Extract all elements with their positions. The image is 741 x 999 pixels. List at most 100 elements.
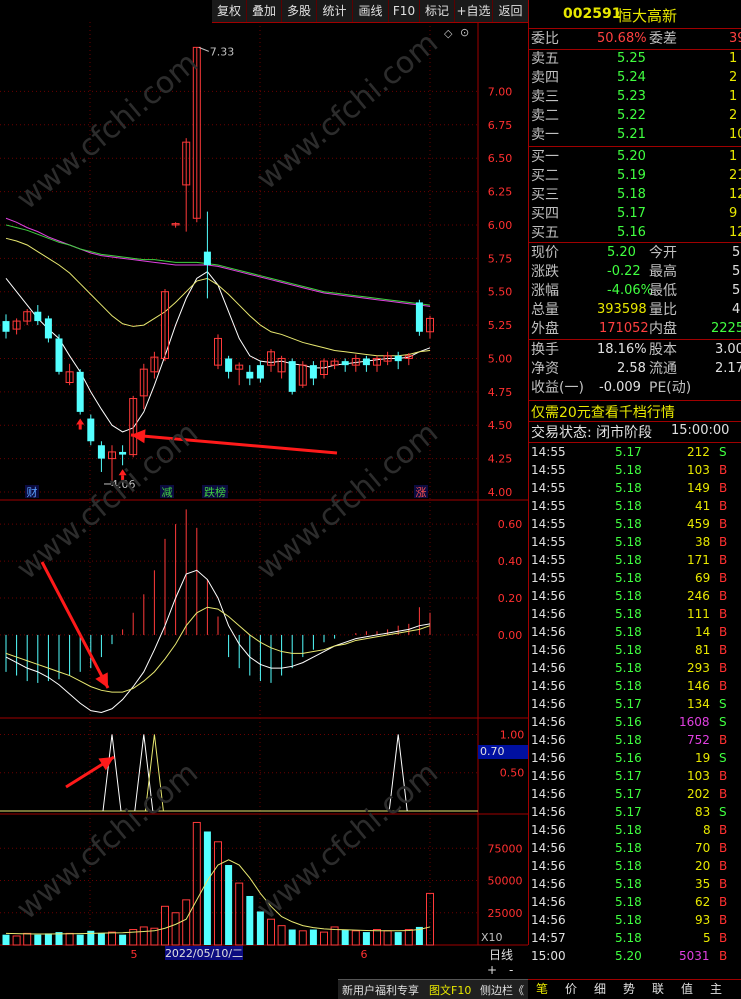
- tick-volume: 19: [695, 751, 711, 765]
- volume-bar: [288, 929, 296, 945]
- stat-label: 现价: [531, 245, 559, 261]
- promo-link[interactable]: 仅需20元查看千档行情: [531, 402, 675, 422]
- price-axis-label: 4.25: [488, 453, 513, 466]
- status-f10[interactable]: 图文F10: [429, 982, 471, 998]
- price-axis-label: 5.00: [488, 352, 513, 365]
- tick-price: 5.18: [615, 517, 642, 531]
- tick-row: 14:56 5.16 19 S: [529, 749, 741, 767]
- ask-price: 5.22: [617, 108, 646, 123]
- tick-time: 14:56: [531, 787, 566, 801]
- tick-side: B: [719, 499, 728, 513]
- ind-axis-label: 1.00: [500, 728, 525, 741]
- stat-label: 股本: [649, 342, 677, 358]
- tick-price: 5.18: [615, 859, 642, 873]
- price-axis-label: 5.50: [488, 286, 513, 299]
- tick-row: 14:56 5.17 202 B: [529, 785, 741, 803]
- tick-price: 5.17: [615, 697, 642, 711]
- tick-price: 5.18: [615, 661, 642, 675]
- ma-line: [5, 224, 431, 306]
- candle-body: [34, 311, 42, 322]
- toolbar-back-button[interactable]: 返回: [493, 0, 528, 22]
- stat-value: 2225: [711, 321, 741, 336]
- ask-volume: 10: [729, 127, 741, 142]
- toolbar-stats-button[interactable]: 统计: [317, 0, 353, 22]
- tab-shi[interactable]: 势: [623, 980, 635, 999]
- tick-side: B: [719, 859, 728, 873]
- candle-body: [246, 371, 254, 379]
- tick-price: 5.18: [615, 535, 642, 549]
- tab-zhu[interactable]: 主: [710, 980, 722, 999]
- tick-row: 14:56 5.18 93 B: [529, 911, 741, 929]
- tab-xi[interactable]: 细: [594, 980, 606, 999]
- stat-label: 内盘: [649, 321, 677, 337]
- toolbar-f10-button[interactable]: F10: [389, 0, 420, 22]
- event-mark: 涨: [416, 486, 427, 499]
- stat-row: 净资 2.58 流通 2.17: [529, 360, 741, 378]
- bid-label: 买五: [531, 225, 559, 241]
- maximize-icon[interactable]: ⊙: [460, 26, 469, 39]
- tick-volume: 111: [687, 607, 710, 621]
- toolbar-add-watchlist-button[interactable]: +自选: [455, 0, 493, 22]
- diamond-icon[interactable]: ◇: [444, 27, 452, 40]
- tick-time: 14:56: [531, 769, 566, 783]
- tick-volume: 212: [687, 445, 710, 459]
- tick-price: 5.18: [615, 463, 642, 477]
- zoom-out-button[interactable]: -: [509, 963, 513, 977]
- bid-volume: 9: [729, 206, 738, 221]
- tick-side: B: [719, 679, 728, 693]
- tick-side: B: [719, 787, 728, 801]
- tab-jia[interactable]: 价: [565, 980, 577, 999]
- bid-label: 买一: [531, 149, 559, 165]
- tab-zhi[interactable]: 值: [681, 980, 693, 999]
- tick-time: 14:56: [531, 859, 566, 873]
- stat-value: -4.06%: [607, 283, 653, 298]
- volume-bar: [192, 821, 201, 946]
- stat-value: -0.22: [607, 264, 641, 279]
- volume-bar: [76, 934, 84, 945]
- status-sidebar[interactable]: 侧边栏《: [480, 982, 524, 998]
- tick-side: B: [719, 877, 728, 891]
- zoom-in-button[interactable]: +: [487, 963, 497, 977]
- tick-price: 5.18: [615, 913, 642, 927]
- tick-side: B: [719, 931, 728, 945]
- status-new-user[interactable]: 新用户福利专享: [342, 982, 419, 998]
- tick-time: 14:55: [531, 517, 566, 531]
- tick-side: S: [719, 715, 727, 729]
- stat-label: 涨幅: [531, 283, 559, 299]
- tab-lian[interactable]: 联: [652, 980, 664, 999]
- toolbar-overlay-button[interactable]: 叠加: [247, 0, 282, 22]
- event-mark: 跌榜: [204, 485, 226, 499]
- tick-price: 5.18: [615, 625, 642, 639]
- tick-time: 14:56: [531, 751, 566, 765]
- volume-bar: [426, 892, 434, 946]
- tick-row: 14:55 5.17 212 S: [529, 443, 741, 461]
- ask-label: 卖一: [531, 127, 559, 143]
- tick-row: 14:55 5.18 69 B: [529, 569, 741, 587]
- tab-bi[interactable]: 笔: [536, 980, 548, 999]
- tick-time: 14:55: [531, 463, 566, 477]
- period-daily-label[interactable]: 日线: [489, 946, 513, 963]
- toolbar-draw-button[interactable]: 画线: [353, 0, 389, 22]
- candle-body: [362, 358, 370, 366]
- tick-volume: 146: [687, 679, 710, 693]
- candle-body: [97, 445, 105, 459]
- tick-row: 14:55 5.18 149 B: [529, 479, 741, 497]
- tick-side: B: [719, 607, 728, 621]
- tick-volume: 202: [687, 787, 710, 801]
- toolbar-fuquan-button[interactable]: 复权: [212, 0, 247, 22]
- volume-bar: [65, 932, 74, 946]
- toolbar-mark-button[interactable]: 标记: [420, 0, 455, 22]
- volume-bar: [320, 931, 328, 946]
- tick-row: 14:55 5.18 459 B: [529, 515, 741, 533]
- stat-label: 今开: [649, 245, 677, 261]
- volume-bar: [298, 930, 307, 946]
- candle-body: [288, 361, 296, 392]
- tick-time: 14:55: [531, 445, 566, 459]
- macd-axis-label: 0.60: [498, 518, 523, 531]
- tick-volume: 69: [695, 571, 711, 585]
- stat-value: 171052: [599, 321, 649, 336]
- toolbar-multistock-button[interactable]: 多股: [282, 0, 317, 22]
- stat-value: 5.20: [607, 245, 636, 260]
- price-axis-label: 4.75: [488, 386, 513, 399]
- tick-time: 14:56: [531, 823, 566, 837]
